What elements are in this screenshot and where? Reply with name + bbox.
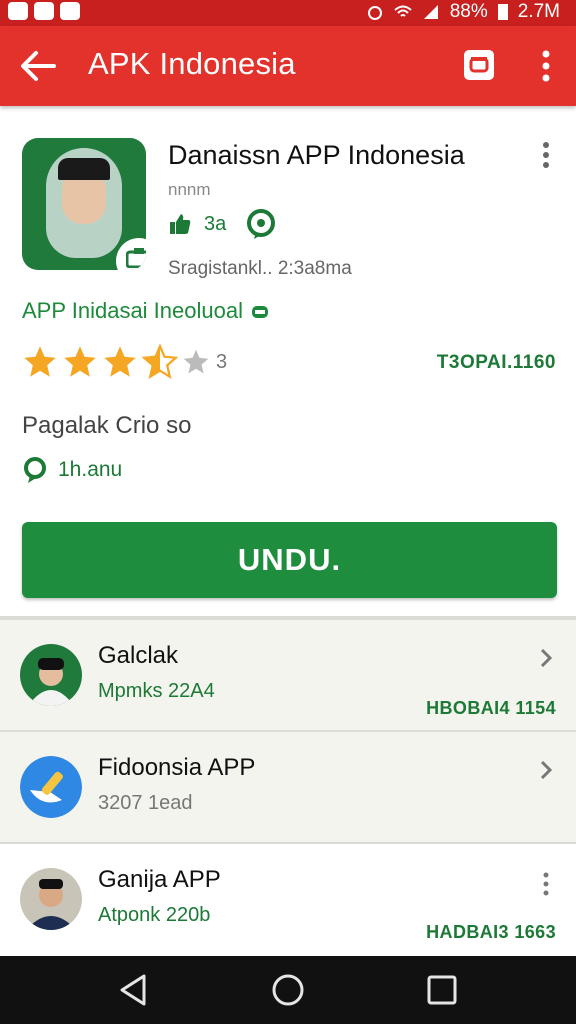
toolbar-title: APK Indonesia — [88, 46, 296, 81]
chat-icon[interactable] — [244, 208, 278, 240]
app-category[interactable]: APP Inidasai Ineoluoal — [22, 298, 271, 324]
notification-icon — [8, 2, 28, 20]
star-full-icon — [24, 346, 56, 377]
install-row: 1h.anu — [22, 456, 122, 484]
clock: 2.7M — [517, 1, 560, 22]
chevron-right-icon — [540, 760, 553, 780]
notification-icon — [60, 2, 80, 20]
system-nav-bar — [0, 956, 576, 1024]
list-item-title: Galclak — [98, 642, 179, 669]
star-empty-icon — [183, 349, 209, 374]
app-icon-cap — [58, 158, 110, 180]
avatar — [20, 868, 82, 930]
app-icon — [22, 138, 146, 270]
avatar — [20, 644, 82, 706]
android-icon — [251, 306, 268, 318]
rating-summary: T3OPAI.1160 — [436, 352, 556, 373]
star-rating: 3 — [22, 344, 227, 380]
wifi-icon — [394, 5, 412, 17]
install-count: 1h.anu — [58, 458, 123, 481]
app-badge-icon — [116, 238, 146, 270]
star-full-icon — [104, 346, 136, 377]
app-more-icon[interactable] — [538, 140, 554, 170]
battery-percent: 88% — [449, 1, 488, 22]
list-item-title: Ganija APP — [98, 866, 221, 893]
share-icon[interactable] — [460, 46, 498, 84]
related-apps-list: Galclak Mpmks 22A4 HBOBAI4 1154 Fidoonsi… — [0, 620, 576, 956]
nav-recents-icon[interactable] — [422, 972, 462, 1008]
download-count-icon — [24, 457, 46, 483]
list-item-subtitle: Mpmks 22A4 — [98, 680, 215, 702]
more-vert-icon[interactable] — [538, 870, 554, 898]
download-button[interactable]: UNDU. — [22, 522, 557, 598]
app-toolbar: APK Indonesia — [0, 26, 576, 106]
list-item-title: Fidoonsia APP — [98, 754, 256, 781]
app-updated: Sragistankl.. 2:3a8ma — [168, 258, 352, 279]
star-count: 3 — [216, 350, 228, 373]
alarm-icon — [367, 6, 382, 20]
app-name: Danaissn APP Indonesia — [168, 140, 465, 170]
star-full-icon — [64, 346, 96, 377]
battery-icon — [497, 4, 508, 20]
list-item-meta: HBOBAI4 1154 — [426, 698, 556, 718]
avatar — [20, 756, 82, 818]
list-item-subtitle: 3207 1ead — [98, 792, 193, 814]
list-item-subtitle: Atponk 220b — [98, 904, 211, 926]
star-half-icon — [142, 344, 178, 380]
nav-home-icon[interactable] — [268, 972, 308, 1008]
notification-icon — [34, 2, 54, 20]
app-rating-value: 3a — [204, 212, 227, 235]
back-arrow-icon[interactable] — [18, 48, 58, 84]
system-icons: 88% 2.7M — [366, 1, 560, 23]
signal-icon — [423, 5, 438, 19]
list-item[interactable]: Fidoonsia APP 3207 1ead — [0, 732, 576, 842]
app-developer: nnnm — [168, 180, 211, 199]
chevron-right-icon — [540, 648, 553, 668]
app-category-label: APP Inidasai Ineoluoal — [22, 298, 243, 323]
overflow-menu-icon[interactable] — [534, 46, 558, 86]
nav-back-icon[interactable] — [114, 972, 154, 1008]
rating-row: 3 T3OPAI.1160 — [22, 344, 556, 384]
list-item-meta: HADBAI3 1663 — [426, 922, 556, 942]
list-item[interactable]: Galclak Mpmks 22A4 HBOBAI4 1154 — [0, 620, 576, 730]
list-item[interactable]: Ganija APP Atponk 220b HADBAI3 1663 — [0, 844, 576, 954]
app-meta-row: 3a — [168, 208, 278, 240]
app-size: Pagalak Crio so — [22, 412, 192, 439]
status-bar: 88% 2.7M — [0, 0, 576, 26]
notification-icons — [8, 2, 80, 20]
thumbs-up-icon — [170, 214, 191, 234]
